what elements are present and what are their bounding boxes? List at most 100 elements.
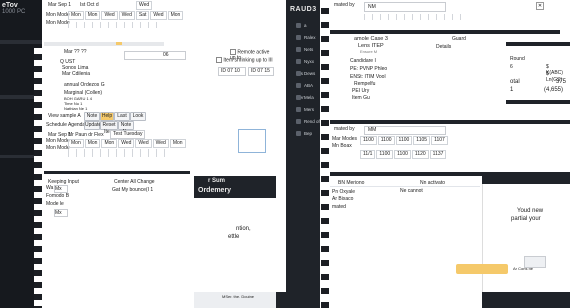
info-box bbox=[238, 129, 266, 153]
day-cell[interactable]: Mon bbox=[101, 139, 118, 148]
day-cell[interactable]: Wed bbox=[136, 1, 153, 10]
card-subtitle: Ordemery bbox=[198, 187, 232, 194]
selected-option[interactable]: annual Ordezos G bbox=[64, 82, 105, 88]
calendar-label: Mar Sep 1 bbox=[48, 2, 72, 8]
header-value-field[interactable]: NM bbox=[364, 2, 446, 12]
dialog-body: Youd new partial your Ma ON Ar Cons Ite bbox=[482, 184, 570, 294]
calendar-top: Mar Sep 1 Ist Oct d Wed Mon Mode Mon Mod… bbox=[44, 0, 184, 40]
day-cell[interactable]: Mon bbox=[84, 139, 101, 148]
right-label: Guard bbox=[452, 36, 466, 42]
date-left-field[interactable]: ID 07 10 bbox=[218, 67, 246, 76]
toolbar-button-last[interactable]: Last bbox=[114, 112, 130, 121]
dialog-secondary-button[interactable] bbox=[524, 256, 546, 268]
dialog-line: Youd new bbox=[517, 208, 544, 214]
card-body-line: ntion, bbox=[236, 226, 251, 232]
field-label: Mode le bbox=[46, 201, 64, 207]
day-cell[interactable]: Wed bbox=[118, 139, 135, 148]
list-item[interactable]: PEI Ury bbox=[352, 88, 369, 94]
checkbox-item[interactable]: Item shrinking up to III bbox=[216, 57, 273, 63]
form-value-field[interactable]: 06 bbox=[124, 51, 186, 60]
calendar-header-cell[interactable]: Test Tuesday bbox=[110, 130, 146, 139]
data-cell[interactable]: 11/1 bbox=[360, 150, 376, 159]
sidebar-item[interactable]: ABA Mer bbox=[286, 80, 320, 100]
day-cell[interactable]: Wed bbox=[135, 139, 152, 148]
data-cell[interactable]: 1100 bbox=[360, 136, 377, 145]
data-cell[interactable]: 1105 bbox=[413, 136, 431, 145]
data-cell[interactable]: 1107 bbox=[431, 136, 448, 145]
second-app-block: mated by MM Mar Modes Mn Boax 1100 1100 11… bbox=[330, 124, 480, 160]
list-item[interactable]: Candidare I bbox=[350, 58, 376, 64]
lower-divider bbox=[44, 171, 190, 174]
data-cell[interactable]: 1120 bbox=[411, 150, 429, 159]
day-cell[interactable]: Mon bbox=[68, 139, 84, 148]
value-field[interactable]: Mx bbox=[54, 209, 68, 217]
scroll-rail bbox=[34, 48, 42, 308]
sidebar-item[interactable]: Mers bbox=[286, 104, 320, 116]
bottom-table: BN Meriono Nn activato Ne cannot Pn Oxya… bbox=[330, 176, 480, 216]
value-field[interactable]: Mx bbox=[54, 185, 68, 193]
list-item[interactable]: Rempelfu bbox=[354, 81, 375, 87]
block-value-field[interactable]: MM bbox=[364, 126, 446, 135]
day-cell[interactable]: Mon bbox=[84, 11, 101, 20]
sidebar-item[interactable]: Rend of bbox=[286, 116, 320, 128]
card-body-line: ettle bbox=[228, 234, 240, 240]
calendar-bottom: Mar Sep 1 Mon Mode Mon Mode Mr Paun dr F… bbox=[44, 130, 186, 162]
form-label: Mar Cdilenia bbox=[62, 71, 91, 77]
header-close-icon[interactable]: ✕ bbox=[536, 2, 544, 10]
data-cell[interactable]: 1100 bbox=[377, 136, 395, 145]
data-cell[interactable]: 1100 bbox=[394, 150, 411, 159]
calendar-header-cell: Mr Paun dr Flex bbox=[68, 132, 104, 138]
totals-label: Round bbox=[510, 56, 525, 62]
totals-label: 1 bbox=[510, 87, 514, 93]
header-label: mated by bbox=[334, 2, 355, 8]
day-cell[interactable]: Sat bbox=[135, 11, 150, 20]
toolbar-button-help[interactable]: Help bbox=[100, 112, 114, 121]
day-cell[interactable]: Wed bbox=[118, 11, 135, 20]
sidebar-item[interactable]: Dews bbox=[286, 68, 320, 80]
sidebar-item[interactable]: Nets bbox=[286, 44, 320, 56]
day-cell[interactable]: Wed bbox=[150, 11, 167, 20]
data-cell[interactable]: 1100 bbox=[395, 136, 413, 145]
toolbar-button-note[interactable]: Note bbox=[84, 112, 100, 121]
day-cell[interactable]: Wed bbox=[152, 139, 169, 148]
date-right-field[interactable]: ID 07 15 bbox=[248, 67, 274, 76]
calendar-sidebar-label: Mon Mode bbox=[46, 145, 70, 151]
list-item[interactable]: PE: PVNP Phleo bbox=[350, 66, 387, 72]
block-row-label: Mn Boax bbox=[332, 143, 352, 149]
sidebar-item[interactable]: Mela bbox=[286, 92, 320, 104]
data-cell[interactable]: 1100 bbox=[376, 150, 394, 159]
table-row-label: mated bbox=[332, 204, 346, 210]
calendar-tick-row bbox=[68, 149, 168, 157]
day-cell[interactable]: Mon bbox=[169, 139, 186, 148]
calendar-sidebar-label: Mon Mode bbox=[46, 20, 70, 26]
logo-sub: 1000 PC bbox=[2, 9, 26, 15]
app-sidebar-nav: a Ralex Nets Nyxx Mis Dews ABA Mer Mela … bbox=[286, 20, 320, 140]
sidebar-item[interactable]: Ralex bbox=[286, 32, 320, 44]
day-cell[interactable]: Mon bbox=[68, 11, 84, 20]
reset-button[interactable]: Reset Item bbox=[100, 121, 118, 135]
form-title: Mar ?? ?? bbox=[64, 49, 87, 55]
left-panel-divider bbox=[0, 40, 42, 44]
toolbar-button-look[interactable]: Look bbox=[130, 112, 146, 121]
sidebar-item[interactable]: Nyxx Mis bbox=[286, 56, 320, 76]
sidebar-item[interactable]: a bbox=[286, 20, 320, 32]
nav-icon bbox=[296, 35, 301, 41]
lower-left-panel: Keeping Input Center All Change Gat My b… bbox=[44, 175, 192, 245]
update-button[interactable]: Update bbox=[84, 121, 101, 130]
app-logo: eTov 1000 PC bbox=[2, 2, 40, 16]
day-cell[interactable]: Mon bbox=[167, 11, 184, 20]
sidebar-item[interactable]: Bep bbox=[286, 128, 320, 140]
card-footer: MSer. the. Douine bbox=[194, 292, 276, 308]
nav-icon bbox=[296, 119, 301, 125]
list-item[interactable]: Item Gu bbox=[352, 95, 370, 101]
sub-center-text: Gat My bounce(I 1 bbox=[112, 187, 154, 193]
totals-divider-2 bbox=[506, 100, 570, 104]
list-item[interactable]: ENSt: ITIM Vool bbox=[350, 74, 386, 80]
logo-text: eTov bbox=[2, 2, 18, 9]
note-button[interactable]: Note No bbox=[118, 121, 134, 135]
day-cell[interactable]: Wed bbox=[101, 11, 118, 20]
dialog-line: partial your bbox=[511, 216, 541, 222]
dialog-primary-button[interactable] bbox=[456, 264, 508, 274]
data-cell[interactable]: 1137 bbox=[429, 150, 447, 159]
nav-icon bbox=[296, 131, 301, 137]
